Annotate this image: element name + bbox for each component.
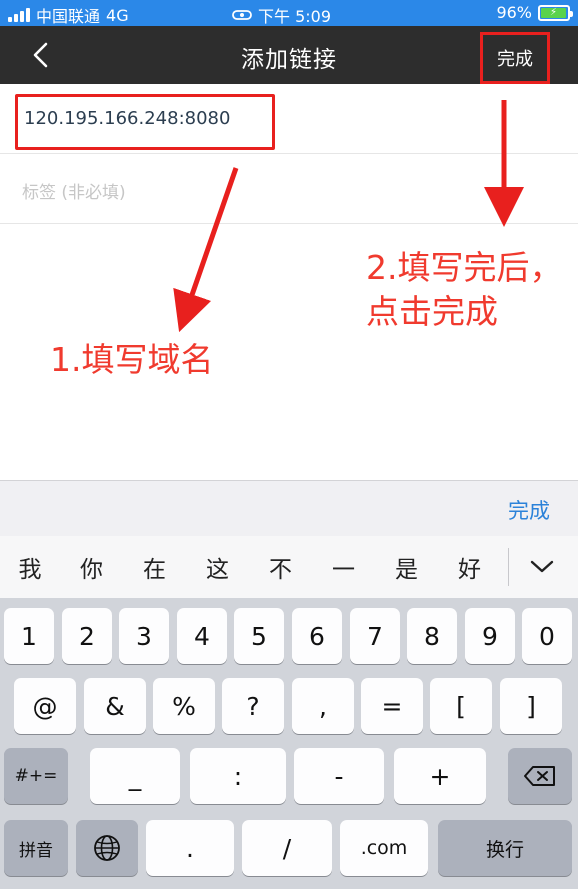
- key-newline[interactable]: 换行: [438, 820, 572, 876]
- keyboard-done-button[interactable]: 完成: [508, 495, 550, 525]
- key-2[interactable]: 2: [62, 608, 112, 664]
- network-type: 4G: [106, 5, 129, 25]
- key-backspace[interactable]: [508, 748, 572, 804]
- battery-percent: 96%: [496, 3, 532, 22]
- key-underscore[interactable]: _: [90, 748, 180, 804]
- candidate-item[interactable]: 是: [375, 550, 438, 584]
- battery-status: 96% ⚡: [496, 3, 573, 22]
- key-dotcom[interactable]: .com: [340, 820, 428, 876]
- clock: 下午 5:09: [232, 3, 331, 27]
- key-8[interactable]: 8: [407, 608, 457, 664]
- step1-annotation: 1.填写域名: [50, 340, 214, 379]
- key-percent[interactable]: %: [153, 678, 215, 734]
- candidate-item[interactable]: 好: [438, 550, 501, 584]
- key-period[interactable]: .: [146, 820, 234, 876]
- key-plus[interactable]: +: [394, 748, 486, 804]
- step2-annotation: 2.填写完后，点击完成: [366, 248, 563, 331]
- key-ampersand[interactable]: &: [84, 678, 146, 734]
- signal-icon: [8, 8, 30, 22]
- key-6[interactable]: 6: [292, 608, 342, 664]
- key-at[interactable]: @: [14, 678, 76, 734]
- carrier-info: 中国联通 4G: [8, 3, 129, 27]
- key-equals[interactable]: =: [361, 678, 423, 734]
- key-symbols-toggle[interactable]: #+=: [4, 748, 68, 804]
- chevron-down-icon[interactable]: [522, 552, 562, 582]
- battery-icon: ⚡: [538, 4, 573, 21]
- key-9[interactable]: 9: [465, 608, 515, 664]
- key-minus[interactable]: -: [294, 748, 384, 804]
- orientation-lock-icon: [232, 10, 252, 20]
- candidate-item[interactable]: 这: [186, 550, 249, 584]
- done-button-label: 完成: [497, 49, 533, 70]
- globe-icon: [94, 835, 120, 861]
- key-colon[interactable]: :: [190, 748, 286, 804]
- key-7[interactable]: 7: [350, 608, 400, 664]
- link-input[interactable]: 120.195.166.248:8080: [24, 108, 230, 129]
- candidate-item[interactable]: 不: [249, 550, 312, 584]
- key-left-bracket[interactable]: [: [430, 678, 492, 734]
- key-pinyin[interactable]: 拼音: [4, 820, 68, 876]
- candidate-item[interactable]: 在: [123, 550, 186, 584]
- key-globe[interactable]: [76, 820, 138, 876]
- link-row[interactable]: 120.195.166.248:8080: [0, 84, 578, 154]
- navigation-bar: 添加链接 完成: [0, 26, 578, 84]
- done-button[interactable]: 完成: [480, 32, 550, 84]
- key-right-bracket[interactable]: ]: [500, 678, 562, 734]
- candidate-item[interactable]: 一: [312, 550, 375, 584]
- keyboard: 我 你 在 这 不 一 是 好 1 2 3 4 5 6 7 8 9 0 @ & …: [0, 536, 578, 889]
- candidate-divider: [508, 548, 509, 586]
- backspace-icon: [524, 766, 555, 786]
- key-3[interactable]: 3: [119, 608, 169, 664]
- status-bar: 中国联通 4G 下午 5:09 96% ⚡: [0, 0, 578, 26]
- key-question[interactable]: ?: [222, 678, 284, 734]
- candidate-bar: 我 你 在 这 不 一 是 好: [0, 536, 578, 598]
- key-slash[interactable]: /: [242, 820, 332, 876]
- key-comma[interactable]: ,: [292, 678, 354, 734]
- key-4[interactable]: 4: [177, 608, 227, 664]
- status-time: 下午 5:09: [258, 7, 332, 26]
- carrier-name: 中国联通: [36, 7, 101, 26]
- keyboard-accessory-bar: 完成: [0, 480, 578, 536]
- candidate-item[interactable]: 我: [0, 550, 60, 584]
- key-0[interactable]: 0: [522, 608, 572, 664]
- key-1[interactable]: 1: [4, 608, 54, 664]
- candidate-item[interactable]: 你: [60, 550, 123, 584]
- key-5[interactable]: 5: [234, 608, 284, 664]
- tag-input[interactable]: 标签 (非必填): [22, 178, 126, 203]
